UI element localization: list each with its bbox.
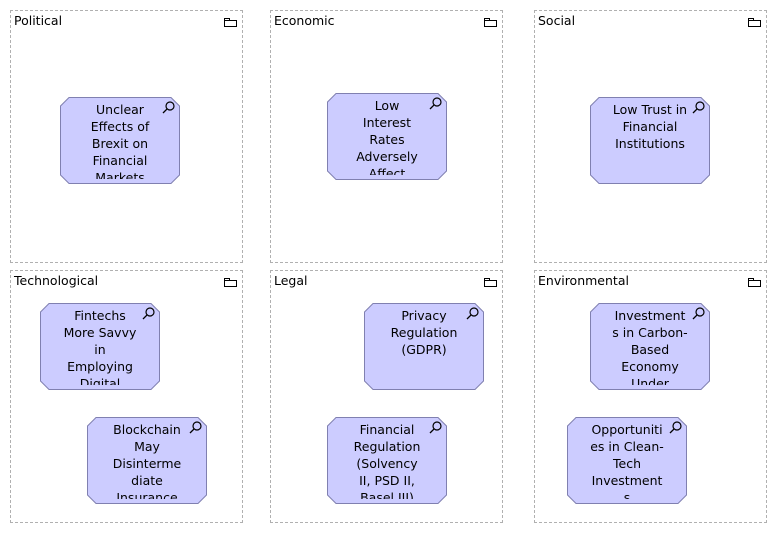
group-label: Political bbox=[14, 13, 63, 28]
folder-icon bbox=[748, 277, 761, 287]
element-brexit[interactable]: Unclear Effects of Brexit on Financial M… bbox=[60, 97, 180, 184]
element-financial-regulation[interactable]: Financial Regulation (Solvency II, PSD I… bbox=[327, 417, 447, 504]
element-label: Unclear Effects of Brexit on Financial M… bbox=[90, 102, 150, 179]
element-label: Fintechs More Savvy in Employing Digital bbox=[63, 308, 137, 385]
element-privacy-regulation[interactable]: Privacy Regulation (GDPR) bbox=[364, 303, 484, 390]
magnifier-icon bbox=[142, 307, 155, 320]
group-label: Technological bbox=[14, 273, 99, 288]
element-low-trust[interactable]: Low Trust in Financial Institutions bbox=[590, 97, 710, 184]
element-label: Low Interest Rates Adversely Affect bbox=[356, 98, 418, 175]
magnifier-icon bbox=[162, 101, 175, 114]
group-label: Legal bbox=[274, 273, 308, 288]
element-label: Blockchain May Disinterme diate Insuranc… bbox=[112, 422, 182, 499]
magnifier-icon bbox=[466, 307, 479, 320]
element-label: Investment s in Carbon- Based Economy Un… bbox=[612, 308, 688, 385]
element-label: Privacy Regulation (GDPR) bbox=[390, 308, 458, 357]
folder-icon bbox=[224, 17, 237, 27]
folder-icon bbox=[484, 277, 497, 287]
magnifier-icon bbox=[189, 421, 202, 434]
magnifier-icon bbox=[429, 97, 442, 110]
magnifier-icon bbox=[669, 421, 682, 434]
group-label: Social bbox=[538, 13, 576, 28]
element-blockchain[interactable]: Blockchain May Disinterme diate Insuranc… bbox=[87, 417, 207, 504]
element-fintechs[interactable]: Fintechs More Savvy in Employing Digital bbox=[40, 303, 160, 390]
magnifier-icon bbox=[429, 421, 442, 434]
magnifier-icon bbox=[692, 307, 705, 320]
element-label: Opportuniti es in Clean- Tech Investment… bbox=[590, 422, 664, 499]
magnifier-icon bbox=[692, 101, 705, 114]
folder-icon bbox=[484, 17, 497, 27]
folder-icon bbox=[748, 17, 761, 27]
element-label: Low Trust in Financial Institutions bbox=[612, 102, 688, 151]
group-label: Environmental bbox=[538, 273, 629, 288]
element-label: Financial Regulation (Solvency II, PSD I… bbox=[353, 422, 421, 499]
element-interest-rates[interactable]: Low Interest Rates Adversely Affect bbox=[327, 93, 447, 180]
folder-icon bbox=[224, 277, 237, 287]
group-label: Economic bbox=[274, 13, 335, 28]
element-carbon-investments[interactable]: Investment s in Carbon- Based Economy Un… bbox=[590, 303, 710, 390]
element-clean-tech[interactable]: Opportuniti es in Clean- Tech Investment… bbox=[567, 417, 687, 504]
